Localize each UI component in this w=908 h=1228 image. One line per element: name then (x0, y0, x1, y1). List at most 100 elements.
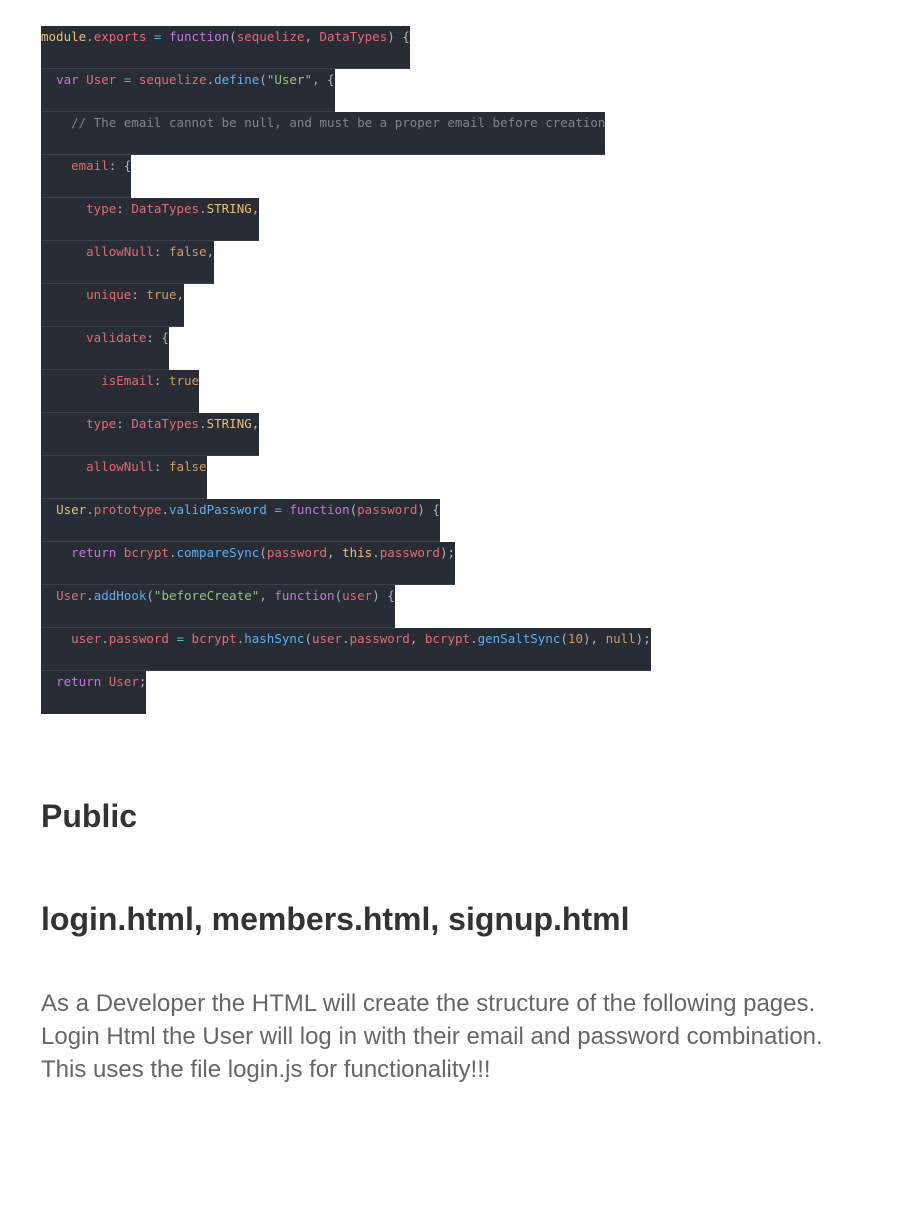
code-token: DataTypes (131, 201, 200, 216)
code-token: ) { (387, 29, 410, 44)
code-token: function (168, 29, 230, 44)
code-token: . (161, 502, 169, 517)
code-token: password (266, 545, 328, 560)
code-line: User.prototype.validPassword = function(… (41, 499, 440, 542)
code-token: ( (304, 631, 312, 646)
code-token: prototype (93, 502, 162, 517)
code-line: email: { (41, 155, 132, 198)
code-token: user (71, 631, 102, 646)
code-token: DataTypes (319, 29, 388, 44)
code-token: addHook (93, 588, 147, 603)
code-line: isEmail: true (41, 370, 200, 413)
code-token: ( (334, 588, 343, 603)
code-token: = (168, 631, 192, 646)
code-token: ) { (372, 588, 395, 603)
code-token: return (56, 674, 102, 689)
code-line: user.password = bcrypt.hashSync(user.pas… (41, 628, 651, 671)
code-token: bcrypt (123, 545, 169, 560)
code-token: ( (146, 588, 154, 603)
code-token: User (56, 588, 87, 603)
code-token: var (56, 72, 79, 87)
code-token: "User" (266, 72, 312, 87)
code-token: . (206, 72, 215, 87)
code-token: ); (635, 631, 651, 646)
code-line: User.addHook("beforeCreate", function(us… (41, 585, 395, 628)
code-token: , (259, 588, 275, 603)
code-line: // The email cannot be null, and must be… (41, 112, 606, 155)
code-token: . (342, 631, 350, 646)
code-token: type (86, 201, 117, 216)
description-line: This uses the file login.js for function… (41, 1056, 491, 1083)
code-token: , (304, 29, 320, 44)
code-token: email (71, 158, 109, 173)
code-token: bcrypt (424, 631, 471, 646)
code-token: , (176, 287, 185, 302)
code-token: exports (93, 29, 147, 44)
code-token: ( (259, 545, 267, 560)
code-token: define (214, 72, 260, 87)
code-token: password (357, 502, 418, 517)
code-token: ( (349, 502, 358, 517)
code-token: compareSync (176, 545, 260, 560)
code-token: user (342, 588, 373, 603)
code-token: false (168, 459, 207, 474)
code-token: genSaltSync (477, 631, 561, 646)
code-token: . (86, 29, 94, 44)
code-token: validPassword (168, 502, 267, 517)
code-token: . (199, 416, 207, 431)
code-token: : (116, 201, 132, 216)
code-token: , (251, 201, 260, 216)
code-token: . (86, 588, 94, 603)
code-token: ( (229, 29, 237, 44)
code-token: ), (582, 631, 606, 646)
code-token: = (266, 502, 290, 517)
code-token: ( (560, 631, 568, 646)
code-token: hashSync (244, 631, 305, 646)
code-token: = (116, 72, 139, 87)
code-token: function (289, 502, 350, 517)
code-token: . (101, 631, 109, 646)
code-line: type: DataTypes.STRING, (41, 413, 260, 456)
code-token: User (86, 72, 117, 87)
code-token: null (605, 631, 636, 646)
code-token: return (71, 545, 117, 560)
code-line: type: DataTypes.STRING, (41, 198, 260, 241)
code-token: true (168, 373, 200, 388)
code-token: = (146, 29, 169, 44)
code-line: module.exports = function(sequelize, Dat… (41, 26, 410, 69)
code-token: allowNull (86, 459, 154, 474)
code-token: sequelize (236, 29, 305, 44)
code-token: 10 (567, 631, 583, 646)
code-token: this (342, 545, 373, 560)
code-line: return User; (41, 671, 147, 714)
code-block: module.exports = function(sequelize, Dat… (41, 26, 651, 714)
code-token: . (86, 502, 94, 517)
code-token: : (131, 287, 147, 302)
code-line: validate: { (41, 327, 169, 370)
code-token: : (153, 373, 169, 388)
code-token: STRING (206, 416, 252, 431)
code-token: . (470, 631, 478, 646)
section-heading-files: login.html, members.html, signup.html (41, 901, 630, 937)
code-token: "beforeCreate" (153, 588, 260, 603)
code-line: var User = sequelize.define("User", { (41, 69, 335, 112)
code-token: sequelize (138, 72, 207, 87)
code-token: ; (138, 674, 147, 689)
code-token: . (372, 545, 380, 560)
code-token: module (41, 29, 87, 44)
code-token: : (153, 459, 169, 474)
code-token: // The email cannot be null, and must be… (41, 115, 606, 130)
code-token: ) { (417, 502, 440, 517)
description-line: As a Developer the HTML will create the … (41, 990, 816, 1017)
